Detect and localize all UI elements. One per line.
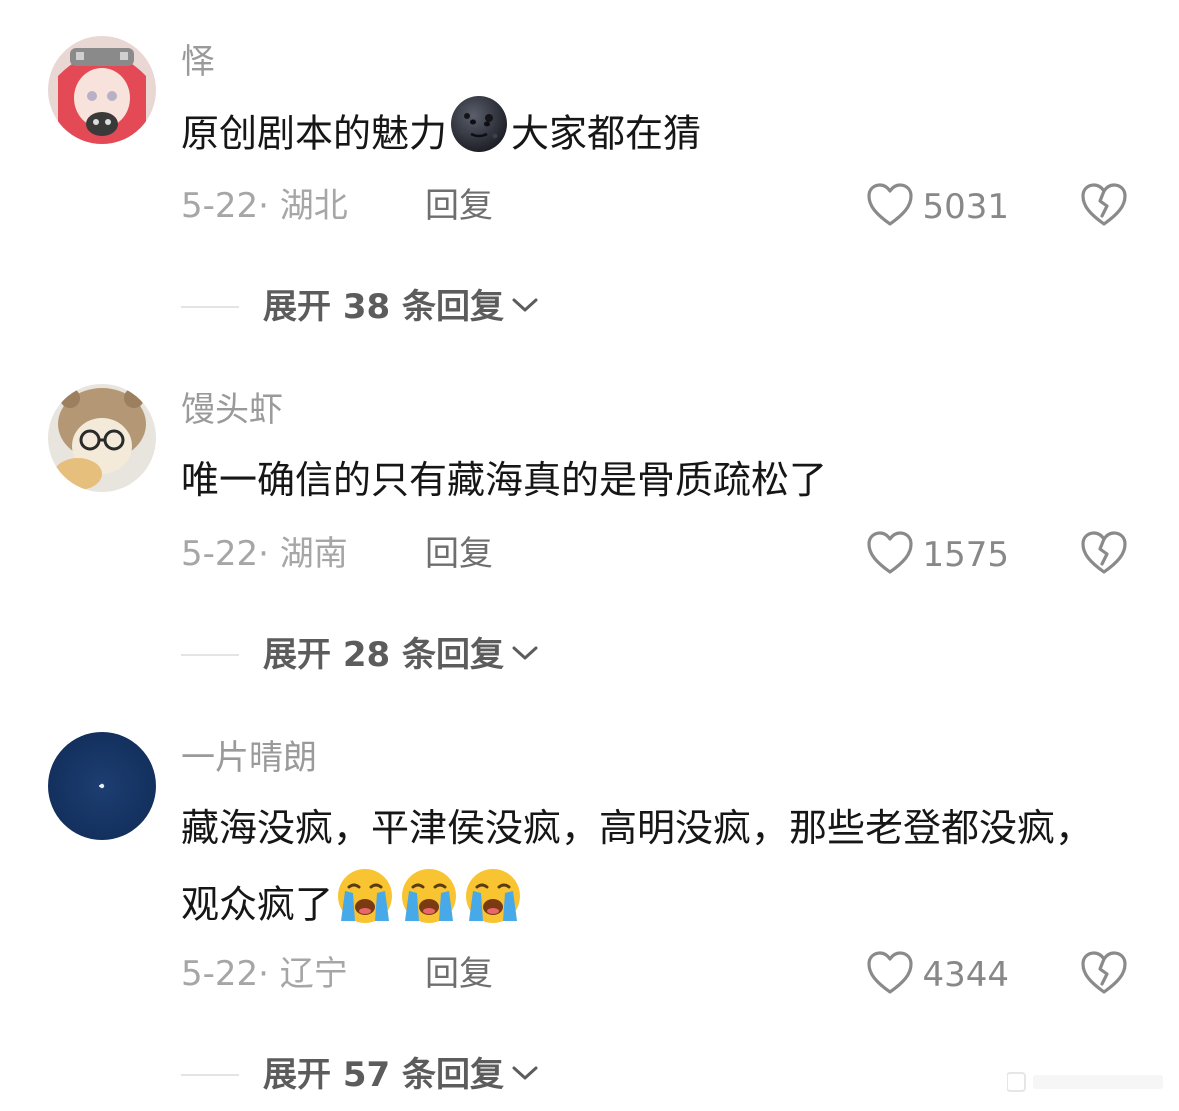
avatar[interactable] [48,732,156,840]
broken-heart-icon [1080,531,1128,580]
new-moon-face-emoji [449,94,509,178]
divider-line [181,654,239,656]
chevron-down-icon [510,1063,540,1087]
heart-outline-icon [866,182,914,232]
like-count: 5031 [922,187,1009,227]
heart-outline-icon [866,950,914,1000]
broken-heart-icon [1080,951,1128,1000]
watermark-logo [1006,1067,1167,1097]
loudly-crying-face-emoji [399,865,459,949]
broken-heart-icon [1080,183,1128,232]
expand-replies-label: 展开 38 条回复 [263,287,504,327]
divider-line [181,1074,239,1076]
comment-text: 原创剧本的魅力 大家都在猜 [181,94,1111,178]
comment-meta: 5-22· 湖南 [181,532,348,576]
expand-replies-label: 展开 57 条回复 [263,1055,504,1095]
like-button[interactable]: 5031 [866,182,1009,232]
reply-button[interactable]: 回复 [425,532,493,576]
divider-line [181,306,239,308]
dislike-button[interactable] [1080,530,1128,580]
comment-text-part: 原创剧本的魅力 [181,111,448,156]
like-count: 4344 [922,955,1009,995]
dislike-button[interactable] [1080,182,1128,232]
expand-replies-button[interactable]: 展开 38 条回复 [181,285,540,329]
comment-date: 5-22 [181,186,259,226]
comment-text: 藏海没疯，平津侯没疯，高明没疯，那些老登都没疯，观众疯了 [181,791,1111,949]
meta-separator: · [258,186,280,226]
meta-separator: · [258,954,280,994]
comment-text: 唯一确信的只有藏海真的是骨质疏松了 [181,458,828,502]
reply-button[interactable]: 回复 [425,184,493,228]
avatar[interactable] [48,384,156,492]
comment-meta: 5-22· 辽宁 [181,952,348,996]
comment-meta: 5-22· 湖北 [181,184,348,228]
comment-text-part: 大家都在猜 [511,111,702,156]
chevron-down-icon [510,643,540,667]
chevron-down-icon [510,295,540,319]
reply-button[interactable]: 回复 [425,952,493,996]
expand-replies-button[interactable]: 展开 57 条回复 [181,1053,540,1097]
username[interactable]: 馒头虾 [181,388,283,432]
expand-replies-button[interactable]: 展开 28 条回复 [181,633,540,677]
like-button[interactable]: 4344 [866,950,1009,1000]
comment-location: 湖北 [279,186,348,226]
username[interactable]: 怿 [181,40,215,84]
comment-date: 5-22 [181,954,259,994]
comment-text-part: 藏海没疯，平津侯没疯，高明没疯，那些老登都没疯，观众疯了 [181,806,1094,927]
avatar[interactable] [48,36,156,144]
meta-separator: · [258,534,280,574]
heart-outline-icon [866,530,914,580]
like-button[interactable]: 1575 [866,530,1009,580]
comment-location: 湖南 [279,534,348,574]
comment-location: 辽宁 [279,954,348,994]
loudly-crying-face-emoji [335,865,395,949]
loudly-crying-face-emoji [463,865,523,949]
dislike-button[interactable] [1080,950,1128,1000]
username[interactable]: 一片晴朗 [181,736,317,780]
expand-replies-label: 展开 28 条回复 [263,635,504,675]
like-count: 1575 [922,535,1009,575]
comment-date: 5-22 [181,534,259,574]
